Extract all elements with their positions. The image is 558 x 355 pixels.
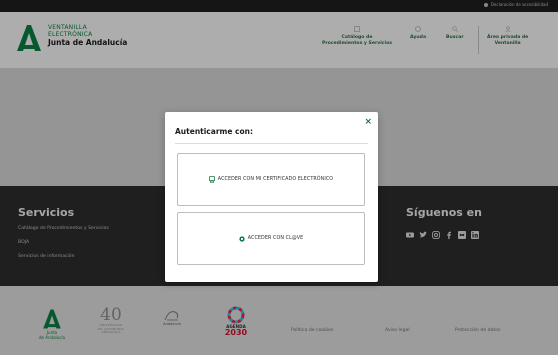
certificate-icon	[208, 176, 215, 183]
clave-login-label: ACCEDER CON CL@VE	[247, 236, 304, 241]
auth-modal: Autenticarme con: × ACCEDER CON MI CERTI…	[165, 112, 378, 282]
modal-divider	[175, 143, 368, 144]
certificate-login-label: ACCEDER CON MI CERTIFICADO ELECTRÓNICO	[217, 177, 334, 182]
certificate-login-button[interactable]: ACCEDER CON MI CERTIFICADO ELECTRÓNICO	[177, 153, 365, 206]
clave-icon	[239, 235, 245, 242]
modal-title: Autenticarme con:	[175, 127, 253, 136]
clave-login-button[interactable]: ACCEDER CON CL@VE	[177, 212, 365, 265]
close-button[interactable]: ×	[364, 117, 372, 127]
